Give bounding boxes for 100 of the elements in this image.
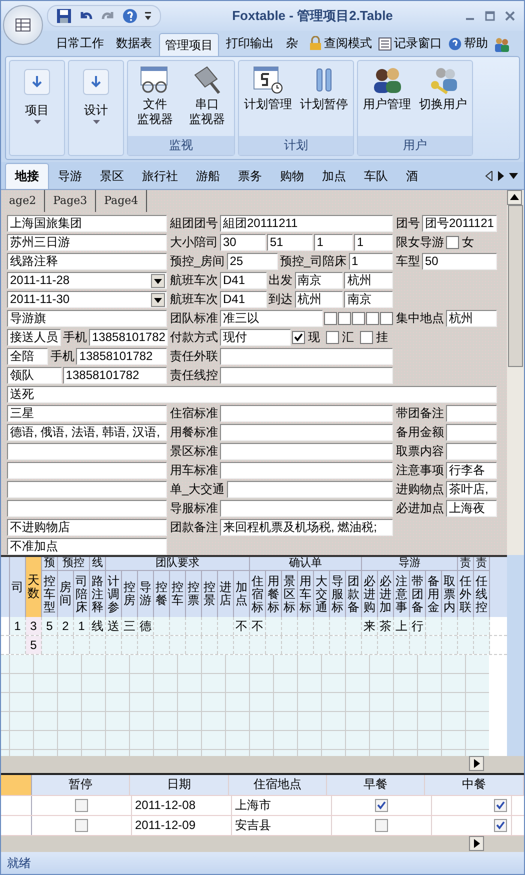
input-field[interactable]: D41 — [220, 291, 267, 308]
input-field[interactable]: 25 — [226, 253, 278, 270]
ribbon-tab[interactable]: 管理项目 — [159, 32, 219, 58]
input-field[interactable]: 接送人员 — [7, 329, 61, 346]
date-dropdown[interactable]: 2011-11-28 — [7, 272, 167, 290]
input-field[interactable]: 杭州 — [446, 310, 497, 328]
form-tab[interactable]: 旅行社 — [133, 164, 187, 190]
checkbox[interactable] — [324, 312, 337, 326]
input-field[interactable] — [220, 348, 393, 366]
input-field[interactable]: 来回程机票及机场税, 燃油税; — [220, 519, 393, 536]
input-field[interactable]: D41 — [220, 272, 267, 290]
checkbox[interactable] — [366, 312, 379, 326]
input-field[interactable]: 线路注释 — [7, 253, 167, 270]
dropdown-icon[interactable] — [509, 173, 518, 180]
input-field[interactable]: 1 — [348, 253, 394, 270]
scroll-up-icon[interactable] — [507, 190, 522, 206]
checkbox[interactable] — [75, 818, 88, 832]
ribbon-tab[interactable]: 杂 — [281, 32, 303, 55]
form-tab[interactable]: 游船 — [187, 164, 229, 190]
checkbox[interactable] — [375, 798, 388, 812]
ribbon-button[interactable]: 计划管理 — [241, 63, 295, 134]
input-field[interactable] — [220, 500, 393, 518]
form-tab[interactable]: 票务 — [229, 164, 271, 190]
page-tab[interactable]: age2 — [1, 190, 46, 212]
maximize-button[interactable] — [484, 10, 496, 22]
input-field[interactable] — [446, 405, 497, 422]
input-field[interactable]: 不准加点 — [7, 538, 167, 556]
input-field[interactable] — [220, 424, 393, 442]
checkbox[interactable] — [375, 818, 388, 832]
input-field[interactable]: 1 — [354, 234, 394, 252]
scroll-right-icon[interactable] — [497, 171, 505, 182]
input-field[interactable]: 行李各 — [446, 462, 497, 480]
checkbox[interactable] — [494, 798, 507, 812]
input-field[interactable] — [446, 424, 497, 442]
ribbon-button[interactable]: 串口 监视器 — [182, 63, 232, 134]
horizontal-scrollbar[interactable] — [1, 756, 524, 773]
save-icon[interactable] — [56, 8, 72, 24]
input-field[interactable]: 51 — [266, 234, 313, 252]
form-tab[interactable]: 景区 — [91, 164, 133, 190]
input-field[interactable]: 組团20111211 — [220, 215, 393, 232]
form-tab[interactable]: 车队 — [355, 164, 397, 190]
ribbon-button[interactable]: 切换用户 — [416, 63, 470, 134]
input-field[interactable] — [226, 481, 393, 498]
column-header[interactable]: 住宿地点 — [228, 774, 327, 795]
checkbox[interactable] — [446, 236, 459, 250]
page-tab[interactable]: Page4 — [96, 190, 148, 212]
ribbon-tab[interactable]: 查阅模式 — [324, 35, 372, 52]
ribbon-tab[interactable]: 打印输出 — [221, 32, 279, 55]
input-field[interactable] — [220, 405, 393, 422]
checkbox[interactable] — [326, 331, 339, 344]
input-field[interactable]: 13858101782 — [76, 348, 168, 366]
office-orb-button[interactable] — [3, 5, 43, 45]
scroll-left-icon[interactable] — [485, 171, 493, 182]
input-field[interactable]: 杭州 — [294, 291, 344, 308]
column-header[interactable]: 天数 — [26, 557, 42, 618]
input-field[interactable]: 30 — [220, 234, 266, 252]
checkbox[interactable] — [75, 798, 88, 812]
input-field[interactable]: 50 — [422, 253, 497, 270]
input-field[interactable]: 领队 — [7, 367, 62, 384]
date-dropdown[interactable]: 2011-11-30 — [7, 291, 167, 308]
horizontal-scrollbar[interactable] — [1, 836, 524, 852]
form-tab[interactable]: 导游 — [49, 164, 91, 190]
checkbox[interactable] — [380, 312, 393, 326]
column-header[interactable]: 中餐 — [425, 774, 524, 795]
input-field[interactable]: 上海国旅集团 — [7, 215, 167, 232]
checkbox[interactable] — [338, 312, 351, 326]
ribbon-tab[interactable]: 数据表 — [111, 32, 157, 55]
form-tab[interactable]: 加点 — [313, 164, 355, 190]
dropdown-icon[interactable] — [144, 11, 152, 21]
input-field[interactable]: 导游旗 — [7, 310, 167, 328]
ribbon-tab[interactable]: 日常工作 — [51, 32, 109, 55]
checkbox[interactable] — [494, 818, 507, 832]
ribbon-button[interactable]: 文件 监视器 — [130, 63, 180, 134]
page-tab[interactable]: Page3 — [45, 190, 96, 212]
input-field[interactable] — [7, 443, 167, 460]
form-tab[interactable]: 地接 — [5, 163, 49, 190]
help-icon[interactable] — [122, 8, 138, 24]
input-field[interactable]: 13858101782 — [89, 329, 168, 346]
ribbon-button[interactable]: 计划暂停 — [297, 63, 351, 134]
ribbon-tab[interactable]: 记录窗口 — [394, 35, 442, 52]
checkbox[interactable] — [360, 331, 373, 344]
form-tab[interactable]: 购物 — [271, 164, 313, 190]
ribbon-button[interactable]: 用户管理 — [360, 63, 414, 134]
people-icon[interactable] — [494, 36, 510, 52]
scroll-right-icon[interactable] — [469, 836, 484, 851]
input-field[interactable]: 全陪 — [7, 348, 48, 366]
input-field[interactable]: 德语, 俄语, 法语, 韩语, 汉语, — [7, 424, 167, 442]
input-field[interactable]: 南京 — [294, 272, 344, 290]
scroll-right-icon[interactable] — [469, 756, 484, 772]
input-field[interactable] — [220, 367, 393, 384]
checkbox[interactable] — [292, 331, 305, 344]
input-field[interactable]: 茶叶店, — [446, 481, 497, 498]
input-field[interactable]: 苏州三日游 — [7, 234, 167, 252]
vertical-scrollbar[interactable] — [507, 190, 524, 556]
input-field[interactable]: 三星 — [7, 405, 167, 422]
input-field[interactable]: 团号2011121 — [422, 215, 497, 232]
ribbon-button[interactable]: 设计 — [71, 63, 121, 153]
input-field[interactable]: 不进购物店 — [7, 519, 167, 536]
form-tab[interactable]: 酒 — [397, 164, 427, 190]
ribbon-button[interactable]: 项目 — [12, 63, 62, 153]
